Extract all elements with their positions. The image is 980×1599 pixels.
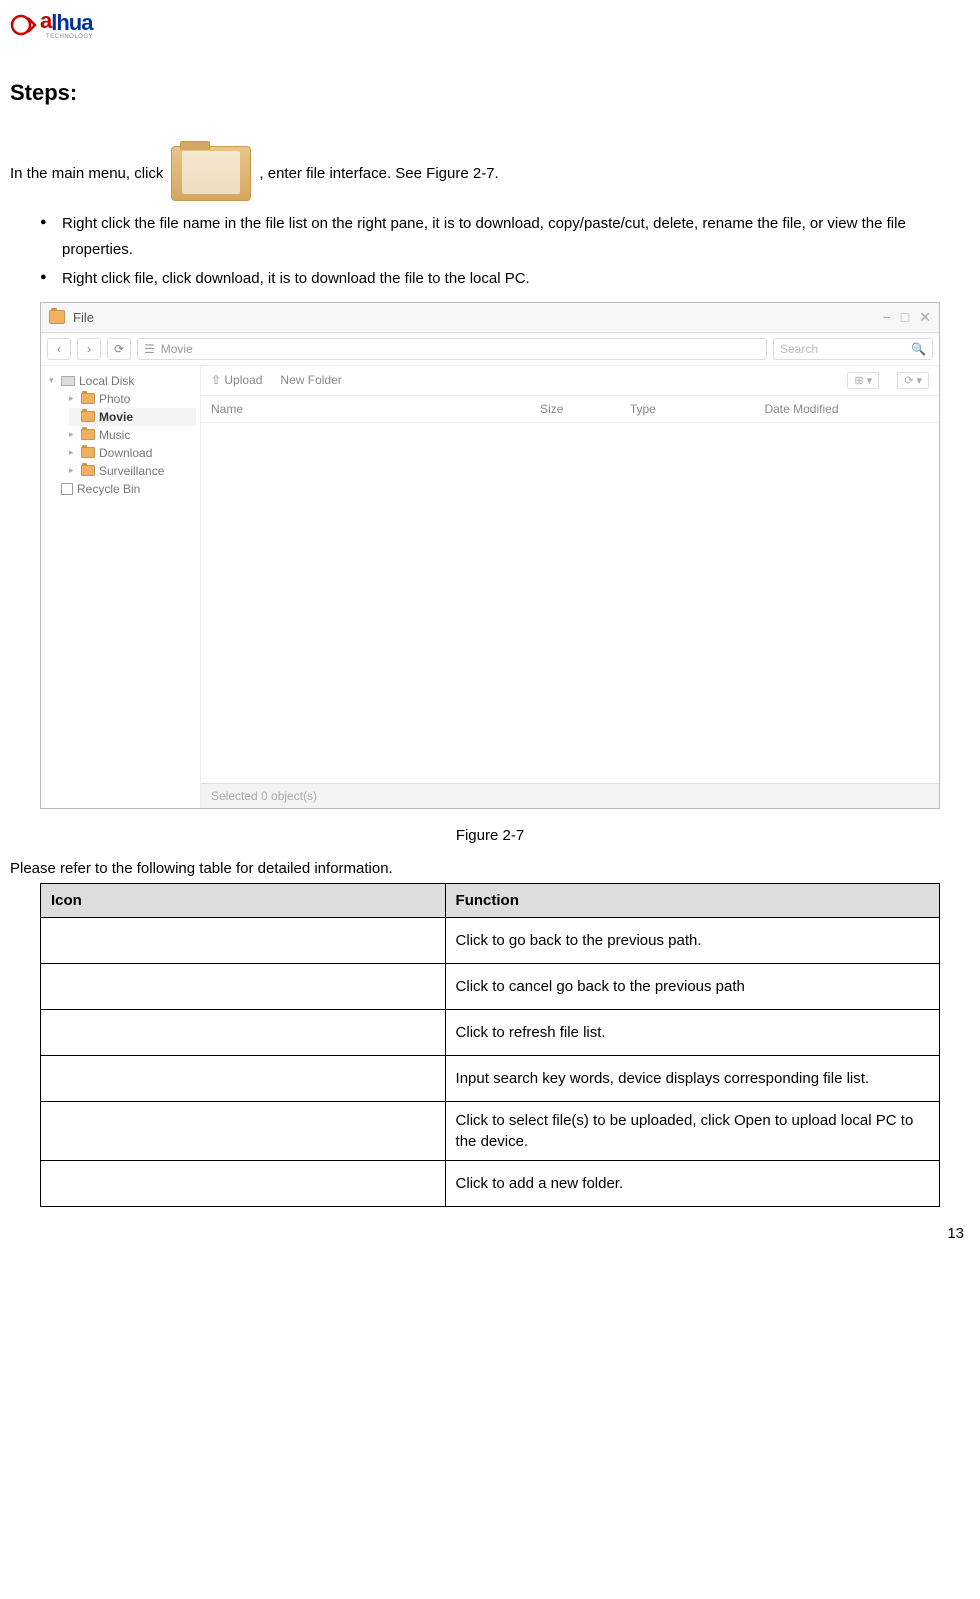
folder-icon [81, 447, 95, 458]
new-folder-button[interactable]: New Folder [280, 373, 341, 387]
icon-cell [41, 1055, 446, 1101]
search-icon: 🔍 [911, 342, 926, 356]
hamburger-icon: ☰ [144, 342, 155, 356]
path-bar[interactable]: ☰ Movie [137, 338, 767, 360]
folder-icon [81, 429, 95, 440]
titlebar: File − □ ✕ [41, 303, 939, 333]
path-value: Movie [161, 342, 193, 356]
view-grid-button[interactable]: ⊞ ▾ [847, 372, 879, 389]
column-headers: Name Size Type Date Modified [201, 396, 939, 423]
page-header: alhua TECHNOLOGY [10, 10, 970, 40]
steps-heading: Steps: [10, 80, 970, 106]
back-button[interactable]: ‹ [47, 338, 71, 360]
func-cell: Click to cancel go back to the previous … [445, 963, 939, 1009]
recycle-bin-icon [61, 483, 73, 495]
folder-app-icon [171, 146, 251, 201]
tree-item-music[interactable]: ▸Music [69, 426, 196, 444]
brand-logo: alhua TECHNOLOGY [10, 10, 970, 40]
tree-recycle-bin[interactable]: Recycle Bin [49, 480, 196, 498]
icon-cell [41, 1101, 446, 1160]
figure-caption: Figure 2-7 [10, 827, 970, 844]
app-folder-icon [49, 310, 65, 324]
func-cell: Click to add a new folder. [445, 1160, 939, 1206]
file-app-window: File − □ ✕ ‹ › ⟳ ☰ Movie Search 🔍 ▾Local… [40, 302, 940, 809]
icon-cell [41, 1009, 446, 1055]
refresh-button[interactable]: ⟳ [107, 338, 131, 360]
tree-item-photo[interactable]: ▸Photo [69, 390, 196, 408]
folder-icon [81, 393, 95, 404]
th-icon: Icon [41, 883, 446, 917]
icon-cell [41, 1160, 446, 1206]
sidebar-tree: ▾Local Disk ▸Photo Movie ▸Music ▸Downloa… [41, 366, 201, 808]
tree-item-download[interactable]: ▸Download [69, 444, 196, 462]
th-function: Function [445, 883, 939, 917]
minimize-icon[interactable]: − [883, 309, 891, 326]
logo-text: alhua [40, 10, 92, 35]
bullet-item: Right click the file name in the file li… [40, 211, 970, 262]
nav-toolbar: ‹ › ⟳ ☰ Movie Search 🔍 [41, 333, 939, 366]
intro-pre: In the main menu, click [10, 162, 163, 186]
func-cell: Click to refresh file list. [445, 1009, 939, 1055]
maximize-icon[interactable]: □ [901, 309, 909, 326]
status-bar: Selected 0 object(s) [201, 783, 939, 808]
file-list-empty [201, 423, 939, 783]
tree-root[interactable]: ▾Local Disk [49, 372, 196, 390]
func-cell: Input search key words, device displays … [445, 1055, 939, 1101]
main-pane: ⇧ Upload New Folder ⊞ ▾ ⟳ ▾ Name Size Ty… [201, 366, 939, 808]
logo-subtext: TECHNOLOGY [46, 34, 93, 40]
folder-icon [81, 411, 95, 422]
forward-button[interactable]: › [77, 338, 101, 360]
intro-post: , enter file interface. See Figure 2-7. [259, 162, 498, 186]
col-date[interactable]: Date Modified [764, 402, 929, 416]
close-icon[interactable]: ✕ [919, 309, 931, 326]
tree-item-movie[interactable]: Movie [69, 408, 196, 426]
col-name[interactable]: Name [211, 402, 540, 416]
search-input[interactable]: Search 🔍 [773, 338, 933, 360]
bullet-item: Right click file, click download, it is … [40, 266, 970, 292]
icon-cell [41, 917, 446, 963]
function-table: Icon Function Click to go back to the pr… [40, 883, 940, 1207]
tree-item-surveillance[interactable]: ▸Surveillance [69, 462, 196, 480]
folder-icon [81, 465, 95, 476]
col-size[interactable]: Size [540, 402, 630, 416]
icon-cell [41, 963, 446, 1009]
intro-line: In the main menu, click , enter file int… [10, 146, 970, 201]
view-more-button[interactable]: ⟳ ▾ [897, 372, 929, 389]
window-title: File [73, 310, 875, 325]
upload-button[interactable]: ⇧ Upload [211, 373, 262, 387]
func-cell: Click to go back to the previous path. [445, 917, 939, 963]
action-row: ⇧ Upload New Folder ⊞ ▾ ⟳ ▾ [201, 366, 939, 396]
col-type[interactable]: Type [630, 402, 765, 416]
logo-mark-icon [10, 14, 38, 36]
func-cell: Click to select file(s) to be uploaded, … [445, 1101, 939, 1160]
search-placeholder: Search [780, 342, 818, 356]
bullet-list: Right click the file name in the file li… [10, 211, 970, 292]
disk-icon [61, 376, 75, 386]
table-intro: Please refer to the following table for … [10, 860, 970, 877]
page-number: 13 [10, 1225, 970, 1242]
